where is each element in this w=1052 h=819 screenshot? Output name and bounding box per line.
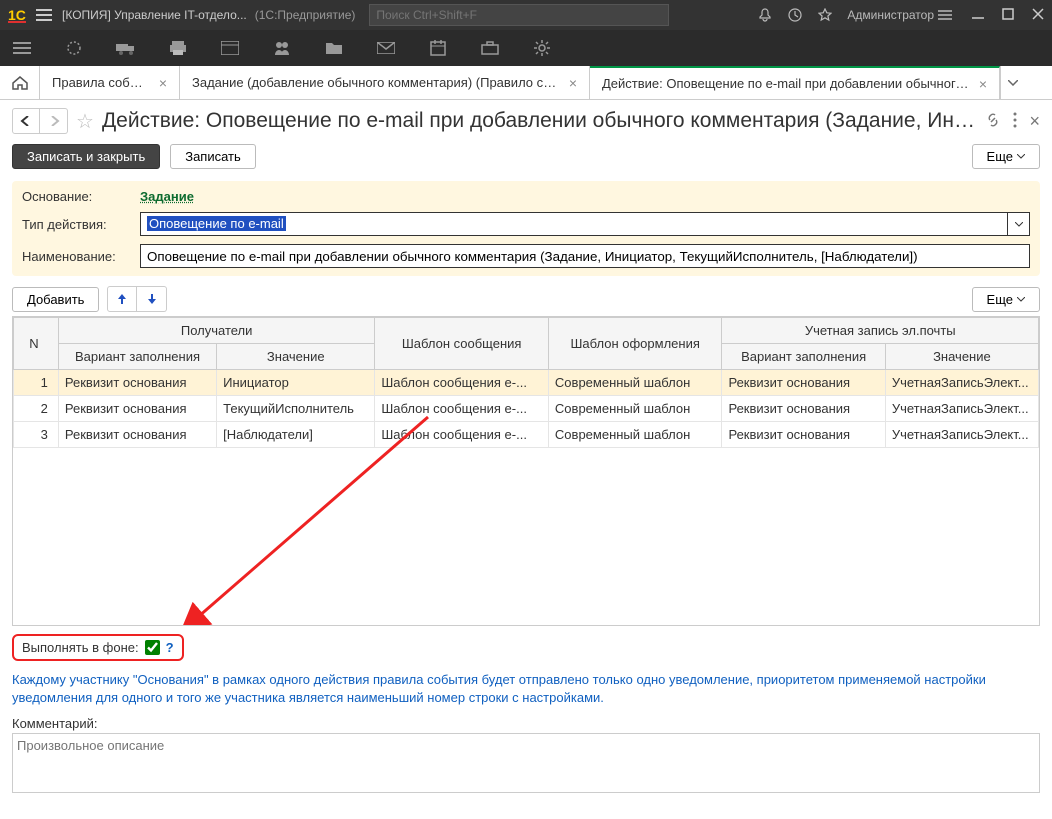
close-icon[interactable]: ×	[979, 76, 987, 92]
table-row[interactable]: 3Реквизит основания[Наблюдатели]Шаблон с…	[14, 422, 1039, 448]
more-button[interactable]: Еще	[972, 144, 1040, 169]
col-style-tpl: Шаблон оформления	[548, 318, 722, 370]
logo-1c: 1С	[8, 6, 30, 24]
tab-action[interactable]: Действие: Оповещение по e-mail при добав…	[590, 66, 1000, 99]
move-down-button[interactable]	[137, 286, 167, 312]
star-icon[interactable]	[817, 7, 833, 23]
close-page-icon[interactable]: ×	[1029, 111, 1040, 132]
search-input[interactable]	[369, 4, 669, 26]
close-window-icon[interactable]	[1032, 8, 1044, 23]
help-icon[interactable]: ?	[166, 640, 174, 655]
more-menu-icon[interactable]	[1013, 112, 1017, 131]
calendar-icon[interactable]	[426, 36, 450, 60]
table-row[interactable]: 1Реквизит основанияИнициаторШаблон сообщ…	[14, 370, 1039, 396]
col-variant: Вариант заполнения	[58, 344, 216, 370]
main-toolbar	[0, 30, 1052, 66]
tabs-dropdown[interactable]	[1000, 66, 1024, 99]
app-title: [КОПИЯ] Управление IT-отдело...	[62, 8, 247, 22]
app-subtitle: (1С:Предприятие)	[255, 8, 356, 22]
col-acc-variant: Вариант заполнения	[722, 344, 885, 370]
move-up-button[interactable]	[107, 286, 137, 312]
col-n: N	[14, 318, 59, 370]
col-recipients: Получатели	[58, 318, 374, 344]
home-tab[interactable]	[0, 66, 40, 99]
name-input[interactable]	[140, 244, 1030, 268]
titlebar: 1С [КОПИЯ] Управление IT-отдело... (1С:П…	[0, 0, 1052, 30]
svg-text:1С: 1С	[8, 7, 26, 23]
forward-button[interactable]	[40, 108, 68, 134]
action-type-dropdown[interactable]	[1008, 212, 1030, 236]
table-more-button[interactable]: Еще	[972, 287, 1040, 312]
tab-task[interactable]: Задание (добавление обычного комментария…	[180, 66, 590, 99]
truck-icon[interactable]	[114, 36, 138, 60]
link-icon[interactable]	[985, 112, 1001, 131]
add-button[interactable]: Добавить	[12, 287, 99, 312]
comment-label: Комментарий:	[12, 716, 1040, 731]
main-menu-icon[interactable]	[36, 9, 52, 21]
gear-icon[interactable]	[530, 36, 554, 60]
bell-icon[interactable]	[757, 7, 773, 23]
briefcase-icon[interactable]	[478, 36, 502, 60]
panel-icon[interactable]	[218, 36, 242, 60]
page-title: Действие: Оповещение по e-mail при добав…	[102, 109, 978, 133]
action-type-input[interactable]: Оповещение по e-mail	[140, 212, 1008, 236]
run-in-background-block: Выполнять в фоне: ?	[12, 634, 184, 661]
users-icon[interactable]	[270, 36, 294, 60]
back-button[interactable]	[12, 108, 40, 134]
save-button[interactable]: Записать	[170, 144, 256, 169]
tabbar: Правила событий × Задание (добавление об…	[0, 66, 1052, 100]
form-block: Основание: Задание Тип действия: Оповеще…	[12, 181, 1040, 276]
mail-icon[interactable]	[374, 36, 398, 60]
favorite-star-icon[interactable]: ☆	[76, 109, 94, 134]
user-menu[interactable]: Администратор	[847, 8, 952, 22]
tip-label: Тип действия:	[22, 217, 140, 232]
printer-icon[interactable]	[166, 36, 190, 60]
folder-icon[interactable]	[322, 36, 346, 60]
save-close-button[interactable]: Записать и закрыть	[12, 144, 160, 169]
osnovanie-label: Основание:	[22, 189, 140, 204]
col-acc-value: Значение	[885, 344, 1038, 370]
global-search[interactable]	[369, 4, 669, 26]
close-icon[interactable]: ×	[569, 75, 577, 91]
burger-icon[interactable]	[10, 36, 34, 60]
close-icon[interactable]: ×	[159, 75, 167, 91]
col-account: Учетная запись эл.почты	[722, 318, 1039, 344]
history-icon[interactable]	[787, 7, 803, 23]
col-value: Значение	[217, 344, 375, 370]
info-text: Каждому участнику "Основания" в рамках о…	[12, 671, 1040, 706]
maximize-icon[interactable]	[1002, 8, 1014, 23]
minimize-icon[interactable]	[972, 8, 984, 23]
comment-textarea[interactable]	[12, 733, 1040, 793]
naim-label: Наименование:	[22, 249, 140, 264]
recipients-table[interactable]: N Получатели Шаблон сообщения Шаблон офо…	[12, 316, 1040, 626]
col-msg-tpl: Шаблон сообщения	[375, 318, 549, 370]
run-in-background-checkbox[interactable]	[145, 640, 160, 655]
osnovanie-link[interactable]: Задание	[140, 189, 194, 204]
table-row[interactable]: 2Реквизит основанияТекущийИсполнительШаб…	[14, 396, 1039, 422]
target-icon[interactable]	[62, 36, 86, 60]
tab-rules[interactable]: Правила событий ×	[40, 66, 180, 99]
bg-label: Выполнять в фоне:	[22, 640, 139, 655]
